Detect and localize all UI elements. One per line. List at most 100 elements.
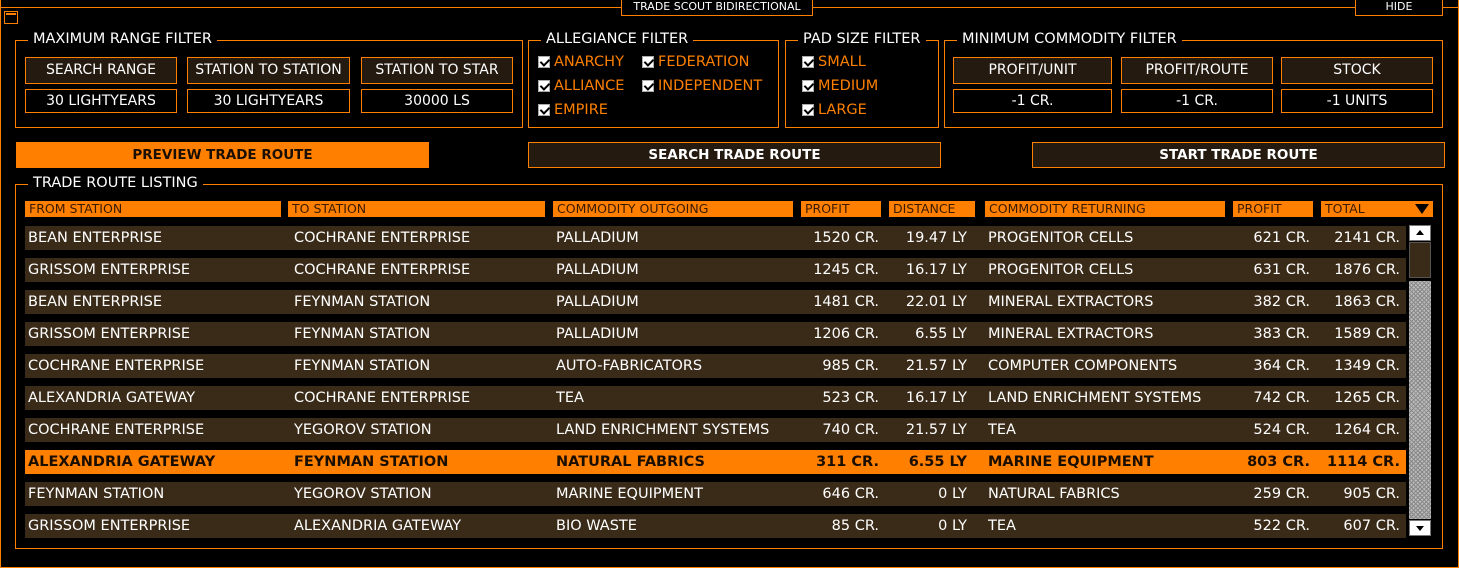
commodity-outgoing-cell: TEA bbox=[556, 390, 584, 406]
commodity-outgoing-cell: MARINE EQUIPMENT bbox=[556, 486, 703, 502]
anarchy-label: ANARCHY bbox=[554, 54, 624, 70]
checkbox-icon[interactable] bbox=[802, 104, 814, 116]
commodity-returning-cell: MARINE EQUIPMENT bbox=[988, 454, 1154, 470]
medium-pad-checkbox[interactable]: MEDIUM bbox=[802, 78, 878, 94]
stock-button[interactable]: STOCK bbox=[1281, 57, 1433, 84]
profit-returning-cell: 383 CR. bbox=[1253, 326, 1310, 342]
preview-trade-route-button[interactable]: PREVIEW TRADE ROUTE bbox=[16, 142, 429, 168]
commodity-outgoing-cell: PALLADIUM bbox=[556, 262, 639, 278]
column-header-total[interactable]: TOTAL bbox=[1321, 201, 1433, 217]
table-row[interactable]: BEAN ENTERPRISE FEYNMAN STATION PALLADIUM 1… bbox=[25, 290, 1406, 314]
from-station-cell: GRISSOM ENTERPRISE bbox=[28, 262, 191, 278]
commodity-returning-cell: MINERAL EXTRACTORS bbox=[988, 326, 1154, 342]
checkbox-icon[interactable] bbox=[538, 56, 550, 68]
from-station-cell: COCHRANE ENTERPRISE bbox=[28, 422, 205, 438]
profit-unit-value[interactable]: -1 CR. bbox=[953, 89, 1112, 113]
window-icon[interactable] bbox=[4, 11, 18, 24]
commodity-returning-cell: PROGENITOR CELLS bbox=[988, 262, 1134, 278]
range-filter-title: MAXIMUM RANGE FILTER bbox=[28, 31, 217, 47]
table-row[interactable]: ALEXANDRIA GATEWAY FEYNMAN STATION NATURAL… bbox=[25, 450, 1406, 474]
profit-outgoing-cell: 1481 CR. bbox=[813, 294, 879, 310]
checkbox-icon[interactable] bbox=[538, 80, 550, 92]
profit-outgoing-cell: 85 CR. bbox=[831, 518, 879, 534]
profit-returning-cell: 524 CR. bbox=[1253, 422, 1310, 438]
column-header-commodity-outgoing[interactable]: COMMODITY OUTGOING bbox=[553, 201, 793, 217]
table-row[interactable]: FEYNMAN STATION YEGOROV STATION MARINE EQU… bbox=[25, 482, 1406, 506]
table-row[interactable]: GRISSOM ENTERPRISE FEYNMAN STATION PALLADI… bbox=[25, 322, 1406, 346]
to-station-cell: COCHRANE ENTERPRISE bbox=[294, 390, 471, 406]
commodity-returning-cell: TEA bbox=[988, 518, 1016, 534]
from-station-cell: BEAN ENTERPRISE bbox=[28, 294, 163, 310]
column-header-profit-returning[interactable]: PROFIT bbox=[1233, 201, 1313, 217]
scroll-thumb[interactable] bbox=[1409, 242, 1431, 278]
total-cell: 1349 CR. bbox=[1334, 358, 1400, 374]
profit-outgoing-cell: 1206 CR. bbox=[813, 326, 879, 342]
checkbox-icon[interactable] bbox=[642, 80, 654, 92]
stock-value[interactable]: -1 UNITS bbox=[1281, 89, 1433, 113]
total-cell: 1265 CR. bbox=[1334, 390, 1400, 406]
to-station-cell: ALEXANDRIA GATEWAY bbox=[294, 518, 462, 534]
checkbox-icon[interactable] bbox=[538, 104, 550, 116]
total-cell: 1114 CR. bbox=[1327, 454, 1400, 470]
alliance-checkbox[interactable]: ALLIANCE bbox=[538, 78, 624, 94]
table-row[interactable]: ALEXANDRIA GATEWAY COCHRANE ENTERPRISE TEA… bbox=[25, 386, 1406, 410]
total-cell: 607 CR. bbox=[1343, 518, 1400, 534]
table-row[interactable]: GRISSOM ENTERPRISE COCHRANE ENTERPRISE PAL… bbox=[25, 258, 1406, 282]
small-pad-checkbox[interactable]: SMALL bbox=[802, 54, 866, 70]
commodity-filter-group: MINIMUM COMMODITY FILTER bbox=[944, 31, 1443, 128]
sort-down-icon[interactable] bbox=[1415, 204, 1429, 214]
scrollbar[interactable] bbox=[1409, 225, 1431, 536]
table-row[interactable]: BEAN ENTERPRISE COCHRANE ENTERPRISE PALLAD… bbox=[25, 226, 1406, 250]
total-cell: 1863 CR. bbox=[1334, 294, 1400, 310]
search-trade-route-button[interactable]: SEARCH TRADE ROUTE bbox=[528, 142, 941, 168]
column-header-to-station[interactable]: TO STATION bbox=[288, 201, 545, 217]
total-cell: 1264 CR. bbox=[1334, 422, 1400, 438]
independent-label: INDEPENDENT bbox=[658, 78, 763, 94]
profit-route-value[interactable]: -1 CR. bbox=[1121, 89, 1273, 113]
scroll-down-button[interactable] bbox=[1409, 520, 1431, 536]
allegiance-filter-title: ALLEGIANCE FILTER bbox=[541, 31, 694, 47]
station-to-star-value[interactable]: 30000 LS bbox=[361, 89, 513, 113]
to-station-cell: FEYNMAN STATION bbox=[294, 326, 431, 342]
table-row[interactable]: COCHRANE ENTERPRISE YEGOROV STATION LAND E… bbox=[25, 418, 1406, 442]
independent-checkbox[interactable]: INDEPENDENT bbox=[642, 78, 762, 94]
scroll-up-icon bbox=[1416, 230, 1424, 235]
station-to-star-button[interactable]: STATION TO STAR bbox=[361, 57, 513, 84]
commodity-outgoing-cell: PALLADIUM bbox=[556, 294, 639, 310]
checkbox-icon[interactable] bbox=[802, 80, 814, 92]
profit-outgoing-cell: 646 CR. bbox=[822, 486, 879, 502]
table-row[interactable]: COCHRANE ENTERPRISE FEYNMAN STATION AUTO-F… bbox=[25, 354, 1406, 378]
station-to-station-value[interactable]: 30 LIGHTYEARS bbox=[187, 89, 350, 113]
total-cell: 905 CR. bbox=[1343, 486, 1400, 502]
start-trade-route-button[interactable]: START TRADE ROUTE bbox=[1032, 142, 1445, 168]
scroll-track[interactable] bbox=[1409, 281, 1431, 519]
commodity-returning-cell: MINERAL EXTRACTORS bbox=[988, 294, 1154, 310]
profit-unit-button[interactable]: PROFIT/UNIT bbox=[953, 57, 1112, 84]
column-header-commodity-returning[interactable]: COMMODITY RETURNING bbox=[985, 201, 1225, 217]
from-station-cell: BEAN ENTERPRISE bbox=[28, 230, 163, 246]
anarchy-checkbox[interactable]: ANARCHY bbox=[538, 54, 624, 70]
profit-route-button[interactable]: PROFIT/ROUTE bbox=[1121, 57, 1273, 84]
table-row[interactable]: GRISSOM ENTERPRISE ALEXANDRIA GATEWAY BIO … bbox=[25, 514, 1406, 538]
station-to-station-button[interactable]: STATION TO STATION bbox=[187, 57, 350, 84]
search-range-value[interactable]: 30 LIGHTYEARS bbox=[25, 89, 177, 113]
from-station-cell: ALEXANDRIA GATEWAY bbox=[28, 454, 216, 470]
column-header-distance[interactable]: DISTANCE bbox=[889, 201, 975, 217]
large-pad-checkbox[interactable]: LARGE bbox=[802, 102, 867, 118]
distance-cell: 22.01 LY bbox=[905, 294, 967, 310]
column-header-profit-outgoing[interactable]: PROFIT bbox=[801, 201, 881, 217]
empire-checkbox[interactable]: EMPIRE bbox=[538, 102, 608, 118]
profit-outgoing-cell: 523 CR. bbox=[822, 390, 879, 406]
federation-checkbox[interactable]: FEDERATION bbox=[642, 54, 750, 70]
hide-button[interactable]: HIDE bbox=[1355, 0, 1443, 16]
profit-returning-cell: 522 CR. bbox=[1253, 518, 1310, 534]
checkbox-icon[interactable] bbox=[802, 56, 814, 68]
alliance-label: ALLIANCE bbox=[554, 78, 625, 94]
search-range-button[interactable]: SEARCH RANGE bbox=[25, 57, 177, 84]
scroll-up-button[interactable] bbox=[1409, 225, 1431, 241]
small-pad-label: SMALL bbox=[818, 54, 866, 70]
checkbox-icon[interactable] bbox=[642, 56, 654, 68]
commodity-filter-title: MINIMUM COMMODITY FILTER bbox=[957, 31, 1182, 47]
column-header-from-station[interactable]: FROM STATION bbox=[25, 201, 281, 217]
commodity-outgoing-cell: NATURAL FABRICS bbox=[556, 454, 706, 470]
